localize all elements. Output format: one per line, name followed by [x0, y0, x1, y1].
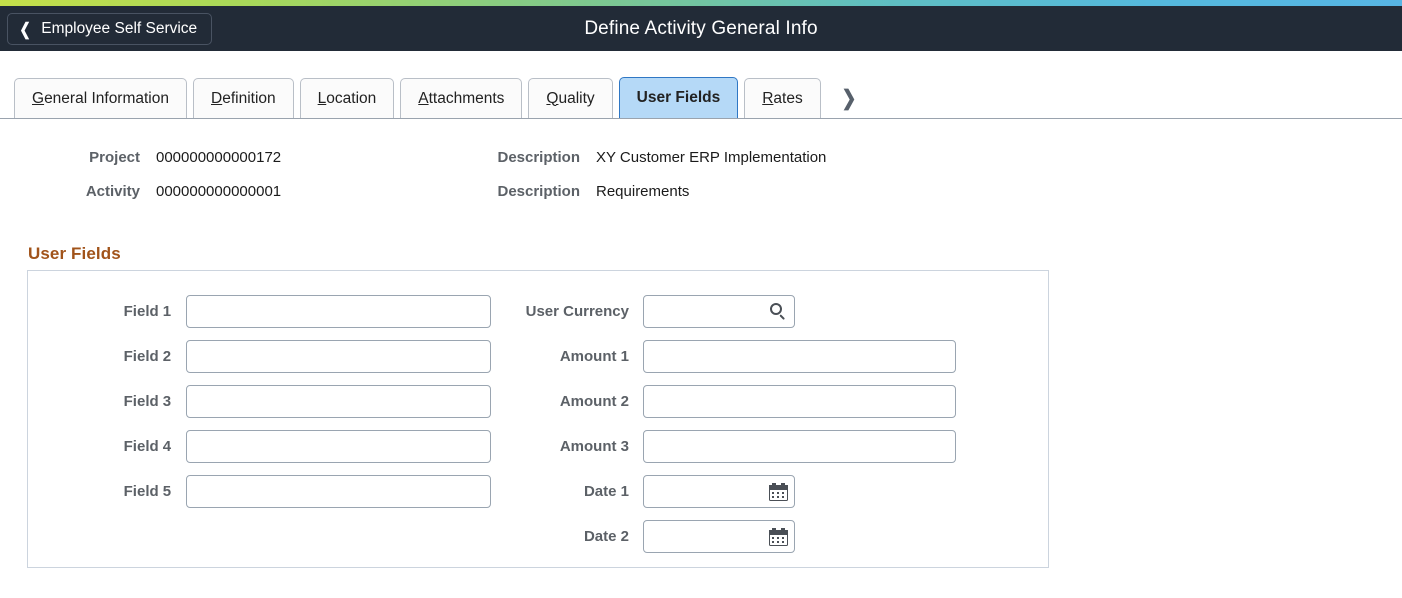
chevron-right-icon[interactable]: ❯: [837, 78, 861, 118]
field-row: Field 4: [28, 424, 491, 469]
info-label: Description: [430, 183, 580, 200]
field-5-input[interactable]: [186, 475, 491, 508]
field-1-input[interactable]: [186, 295, 491, 328]
tab-label: User Fields: [637, 89, 721, 107]
tab-label: Definition: [211, 90, 276, 108]
user-currency-input[interactable]: [643, 295, 795, 328]
field-row: Date 1: [491, 469, 1011, 514]
amount-1-input[interactable]: [643, 340, 956, 373]
section-heading-user-fields: User Fields: [28, 244, 121, 264]
calendar-icon[interactable]: [768, 482, 788, 502]
info-label: Project: [0, 149, 140, 166]
tab-attachments[interactable]: Attachments: [400, 78, 522, 118]
amount-3-input[interactable]: [643, 430, 956, 463]
field-label: Field 2: [28, 348, 186, 365]
tab-quality[interactable]: Quality: [528, 78, 612, 118]
field-4-input[interactable]: [186, 430, 491, 463]
user-fields-left-column: Field 1 Field 2 Field 3 Field 4 Field 5: [28, 289, 491, 559]
user-fields-right-column: User Currency Amount 1 Amount 2 Amount 3 Dat…: [491, 289, 1011, 559]
tab-label: Attachments: [418, 90, 504, 108]
tab-strip: General Information Definition Location Att…: [0, 51, 1402, 119]
field-2-input[interactable]: [186, 340, 491, 373]
info-label: Activity: [0, 183, 140, 200]
app-header-bar: Define Activity General Info ❮ Employee …: [0, 6, 1402, 51]
back-to-employee-self-service-button[interactable]: ❮ Employee Self Service: [7, 13, 212, 45]
tab-list: General Information Definition Location Att…: [14, 77, 863, 118]
tab-label: Quality: [546, 90, 594, 108]
info-value: 000000000000172: [140, 149, 281, 166]
tab-strip-divider: [0, 118, 1402, 119]
user-fields-columns: Field 1 Field 2 Field 3 Field 4 Field 5 User…: [28, 289, 1050, 559]
field-label: Amount 3: [491, 438, 643, 455]
amount-2-input[interactable]: [643, 385, 956, 418]
field-label: Date 2: [491, 528, 643, 545]
info-cell: Project000000000000172: [0, 149, 430, 166]
field-label: Field 1: [28, 303, 186, 320]
field-label: User Currency: [491, 303, 643, 320]
date-2-input[interactable]: [643, 520, 795, 553]
tab-label: Location: [318, 90, 377, 108]
calendar-icon[interactable]: [768, 527, 788, 547]
field-row: Field 1: [28, 289, 491, 334]
field-row: Amount 2: [491, 379, 1011, 424]
field-label: Field 4: [28, 438, 186, 455]
tab-definition[interactable]: Definition: [193, 78, 294, 118]
tab-location[interactable]: Location: [300, 78, 395, 118]
field-row: Field 5: [28, 469, 491, 514]
field-row: Field 2: [28, 334, 491, 379]
date-1-input[interactable]: [643, 475, 795, 508]
info-cell: DescriptionRequirements: [430, 183, 689, 200]
info-value: XY Customer ERP Implementation: [580, 149, 826, 166]
user-fields-panel: Field 1 Field 2 Field 3 Field 4 Field 5 User…: [27, 270, 1049, 568]
info-label: Description: [430, 149, 580, 166]
field-3-input[interactable]: [186, 385, 491, 418]
field-label: Field 3: [28, 393, 186, 410]
tab-general-information[interactable]: General Information: [14, 78, 187, 118]
info-row: Activity000000000000001DescriptionRequir…: [0, 174, 1100, 208]
field-row: Field 3: [28, 379, 491, 424]
info-value: 000000000000001: [140, 183, 281, 200]
back-button-label: Employee Self Service: [41, 20, 197, 38]
field-row: Date 2: [491, 514, 1011, 559]
field-row: Amount 3: [491, 424, 1011, 469]
info-value: Requirements: [580, 183, 689, 200]
field-label: Amount 1: [491, 348, 643, 365]
tab-user-fields[interactable]: User Fields: [619, 77, 739, 118]
info-cell: DescriptionXY Customer ERP Implementatio…: [430, 149, 826, 166]
field-row: User Currency: [491, 289, 1011, 334]
chevron-left-icon: ❮: [19, 21, 30, 38]
field-row: Amount 1: [491, 334, 1011, 379]
tab-label: General Information: [32, 90, 169, 108]
field-label: Field 5: [28, 483, 186, 500]
field-label: Amount 2: [491, 393, 643, 410]
activity-header-info: Project000000000000172DescriptionXY Cust…: [0, 140, 1100, 208]
field-label: Date 1: [491, 483, 643, 500]
tab-label: Rates: [762, 90, 803, 108]
info-row: Project000000000000172DescriptionXY Cust…: [0, 140, 1100, 174]
info-cell: Activity000000000000001: [0, 183, 430, 200]
search-icon[interactable]: [768, 302, 788, 322]
tab-rates[interactable]: Rates: [744, 78, 821, 118]
